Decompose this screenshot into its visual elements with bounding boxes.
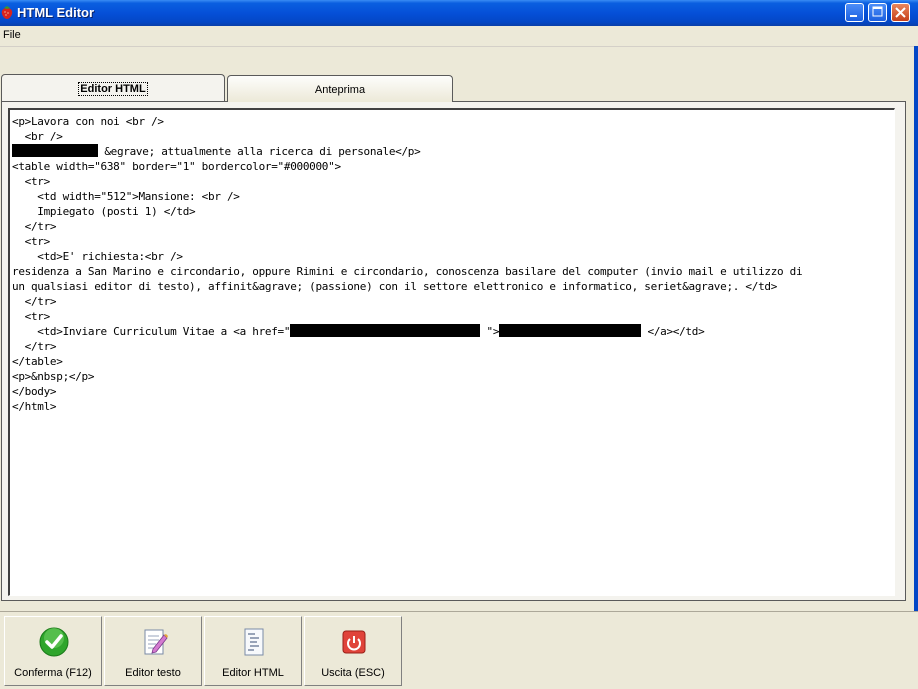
tab-editor-html-label: Editor HTML [78, 82, 148, 96]
tab-preview[interactable]: Anteprima [227, 75, 453, 102]
code-line: <table width="638" border="1" bordercolo… [12, 160, 341, 173]
html-editor-button-label: Editor HTML [222, 667, 284, 679]
redacted-block [499, 324, 642, 337]
tab-editor-html[interactable]: Editor HTML [1, 74, 225, 101]
menu-file[interactable]: File [2, 29, 22, 41]
code-line: </html> [12, 400, 57, 413]
close-button[interactable] [891, 3, 910, 22]
exit-button[interactable]: Uscita (ESC) [304, 616, 402, 686]
code-line: <td>E' richiesta:<br /> [12, 250, 183, 263]
code-line: "> [480, 325, 500, 338]
maximize-icon [872, 6, 883, 17]
maximize-button[interactable] [868, 3, 887, 22]
redacted-block [12, 144, 98, 157]
close-icon [895, 7, 906, 18]
code-line: <tr> [12, 235, 51, 248]
code-line: </a></td> [641, 325, 705, 338]
window-title: HTML Editor [17, 5, 95, 20]
code-line: <tr> [12, 175, 51, 188]
window-edge [914, 46, 918, 611]
code-line: </body> [12, 385, 57, 398]
edit-document-icon [144, 629, 168, 655]
confirm-button-label: Conferma (F12) [14, 667, 92, 679]
exit-button-label: Uscita (ESC) [321, 667, 385, 679]
checkmark-icon [39, 627, 69, 657]
code-line: <td width="512">Mansione: <br /> [12, 190, 240, 203]
code-line: <p>Lavora con noi <br /> [12, 115, 164, 128]
code-line: </tr> [12, 295, 57, 308]
code-line: <br /> [12, 130, 63, 143]
code-line: </tr> [12, 340, 57, 353]
minimize-icon [850, 15, 857, 17]
title-bar: HTML Editor [0, 0, 918, 26]
menu-bar: File [0, 26, 918, 47]
code-line: residenza a San Marino e circondario, op… [12, 265, 803, 278]
power-icon [342, 630, 366, 654]
html-document-icon [244, 628, 264, 656]
code-line: &egrave; attualmente alla ricerca di per… [98, 145, 421, 158]
code-line: Impiegato (posti 1) </td> [12, 205, 196, 218]
text-editor-button-label: Editor testo [125, 667, 181, 679]
minimize-button[interactable] [845, 3, 864, 22]
code-content: <p>Lavora con noi <br /> <br /> &egrave;… [10, 110, 894, 414]
confirm-button[interactable]: Conferma (F12) [4, 616, 102, 686]
app-strawberry-icon [1, 6, 13, 19]
code-line: un qualsiasi editor di testo), affinit&a… [12, 280, 778, 293]
code-line: <td>Inviare Curriculum Vitae a <a href=" [12, 325, 291, 338]
redacted-block [290, 324, 481, 337]
code-line: </table> [12, 355, 63, 368]
code-line: <p>&nbsp;</p> [12, 370, 95, 383]
code-line: <tr> [12, 310, 51, 323]
code-line: </tr> [12, 220, 57, 233]
text-editor-button[interactable]: Editor testo [104, 616, 202, 686]
html-code-editor[interactable]: <p>Lavora con noi <br /> <br /> &egrave;… [8, 108, 895, 596]
html-editor-button[interactable]: Editor HTML [204, 616, 302, 686]
